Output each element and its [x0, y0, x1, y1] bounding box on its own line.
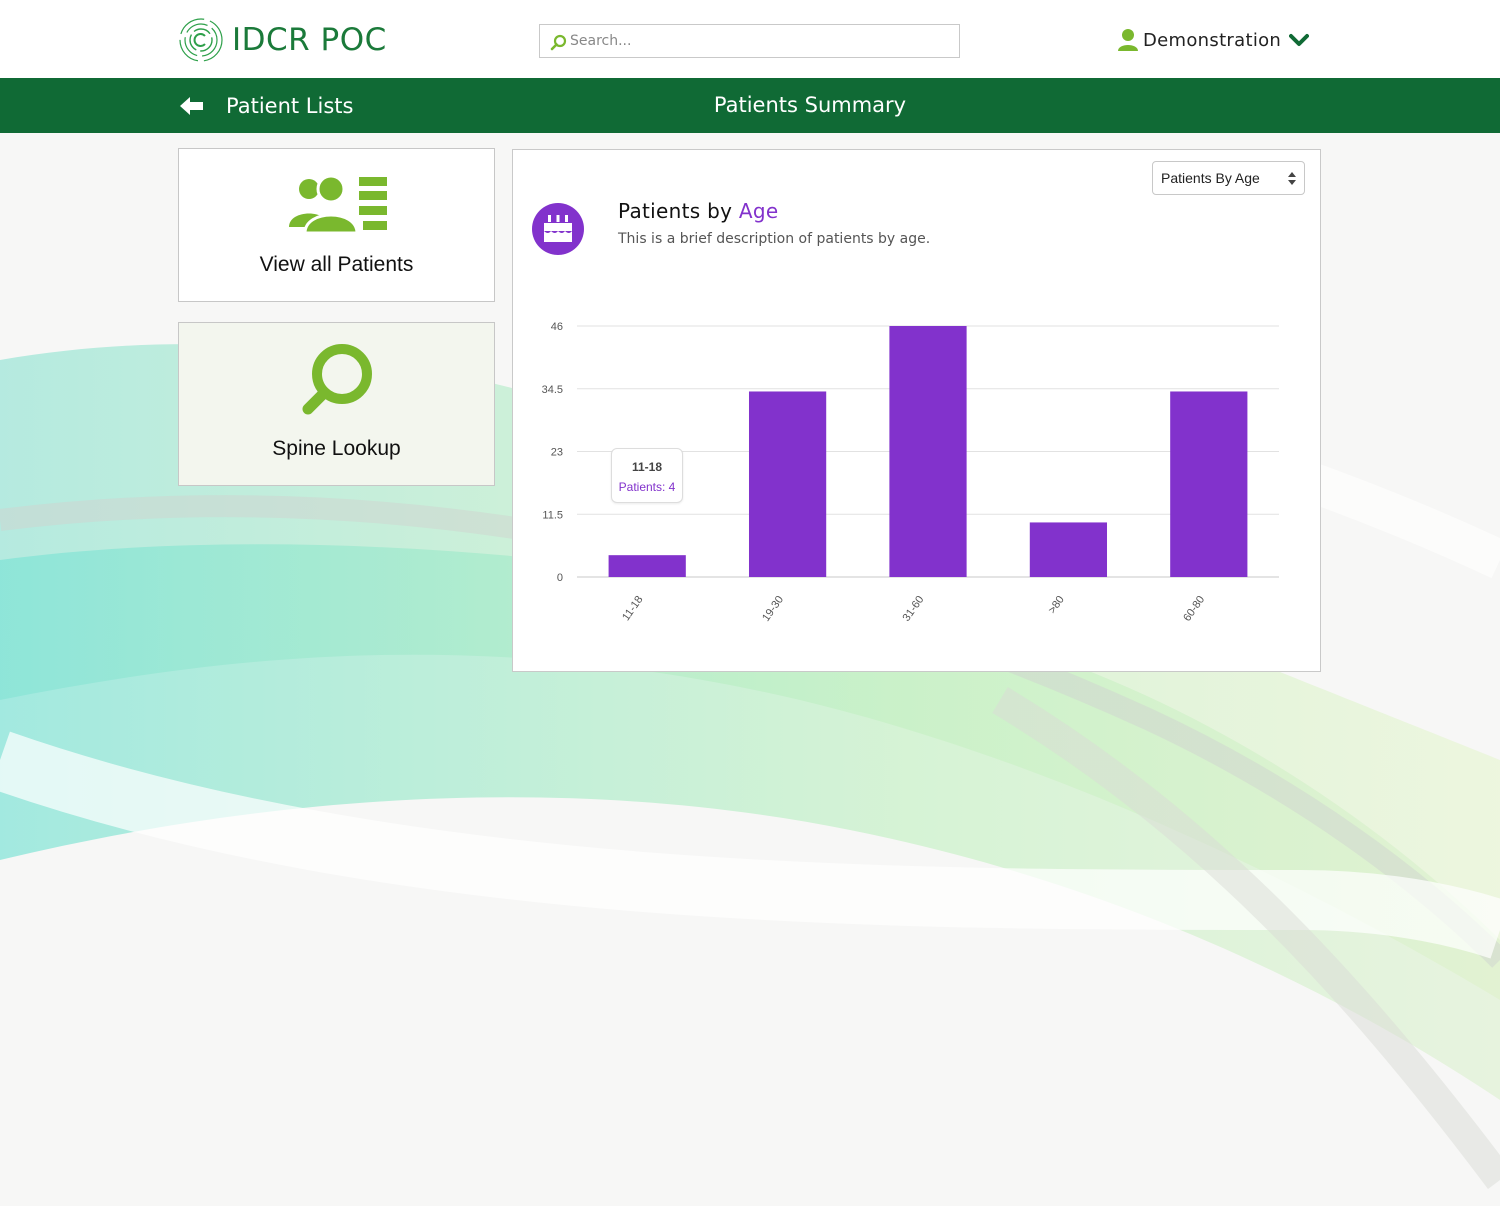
search-icon — [550, 34, 567, 51]
y-tick-label: 11.5 — [542, 509, 563, 521]
x-tick-label: 60-80 — [1181, 594, 1207, 624]
view-all-patients-tile[interactable]: View all Patients — [178, 148, 495, 302]
page-title: Patients Summary — [713, 93, 907, 117]
patients-by-age-panel: Patients By Age Patients by Age This is … — [512, 149, 1321, 672]
chart-description: This is a brief description of patients … — [618, 231, 931, 247]
app-name: IDCR POC — [232, 22, 387, 58]
y-tick-label: 23 — [551, 447, 563, 459]
y-tick-label: 46 — [551, 321, 563, 333]
chart-tooltip: 11-18 Patients: 4 — [611, 448, 683, 503]
cake-badge — [532, 203, 584, 255]
search-input[interactable] — [570, 33, 950, 49]
birthday-cake-icon — [544, 215, 572, 242]
top-header: IDCR POC Demonstration — [0, 0, 1500, 78]
tooltip-value: Patients: 4 — [618, 480, 676, 494]
user-name: Demonstration — [1143, 29, 1282, 51]
bar-60-80[interactable] — [1170, 391, 1248, 577]
user-menu[interactable]: Demonstration — [1117, 26, 1310, 54]
chart-heading-accent: Age — [738, 199, 779, 223]
chart-heading-prefix: Patients by — [618, 199, 733, 223]
bar-19-30[interactable] — [748, 391, 827, 577]
nav-bar: Patient Lists Patients Summary — [0, 78, 1500, 133]
bar-11-18[interactable] — [608, 555, 686, 577]
logo-icon — [179, 18, 223, 62]
chart-heading: Patients by Age — [618, 199, 779, 223]
bar->80[interactable] — [1029, 522, 1108, 577]
tooltip-title: 11-18 — [631, 460, 663, 474]
y-tick-label: 34.5 — [542, 384, 563, 396]
x-tick-label: 19-30 — [760, 594, 786, 624]
y-tick-label: 0 — [557, 572, 563, 584]
magnifier-icon — [302, 344, 372, 415]
chart-view-select-value: Patients By Age — [1161, 170, 1260, 186]
select-arrows-icon — [1288, 172, 1296, 185]
chevron-down-icon — [1289, 34, 1310, 46]
x-tick-label: 11-18 — [620, 594, 646, 623]
chart-view-select[interactable]: Patients By Age — [1152, 161, 1305, 195]
back-to-patient-lists[interactable]: Patient Lists — [180, 78, 353, 133]
patients-list-icon — [288, 175, 387, 235]
search-box[interactable] — [539, 24, 960, 58]
user-icon — [1118, 29, 1138, 51]
brand[interactable]: IDCR POC — [178, 16, 387, 64]
bar-31-60[interactable] — [889, 326, 967, 577]
spine-lookup-label: Spine Lookup — [272, 437, 401, 460]
x-tick-label: 31-60 — [900, 594, 926, 624]
back-label: Patient Lists — [226, 93, 354, 118]
x-tick-label: >80 — [1046, 594, 1067, 616]
view-all-patients-label: View all Patients — [259, 253, 414, 276]
spine-lookup-tile[interactable]: Spine Lookup — [178, 322, 495, 486]
back-arrow-icon — [180, 96, 203, 115]
